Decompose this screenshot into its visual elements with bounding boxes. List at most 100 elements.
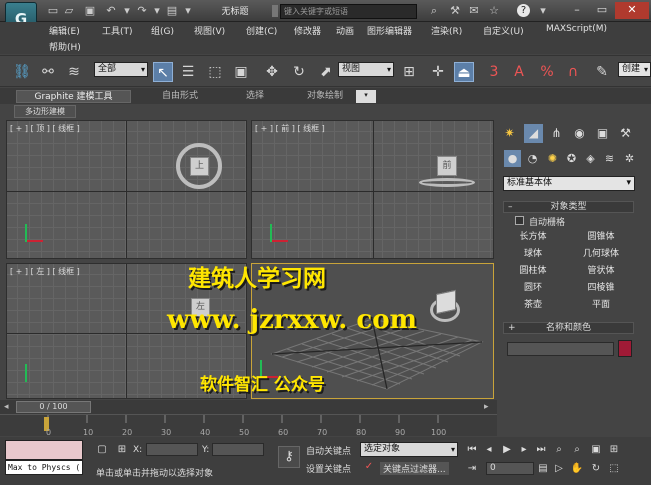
angle-snap-icon[interactable]: A xyxy=(509,62,529,82)
x-coord-field[interactable] xyxy=(146,443,198,456)
pivot-center-icon[interactable]: ⊞ xyxy=(399,62,419,82)
open-file-icon[interactable]: ▱ xyxy=(62,4,76,18)
viewport-front[interactable]: [ + ] [ 前 ] [ 线框 ] 前 xyxy=(251,120,494,259)
move-icon[interactable]: ✥ xyxy=(262,62,282,82)
search-input[interactable]: 键入关键字或短语 xyxy=(280,4,417,19)
select-object-icon[interactable]: ↖ xyxy=(153,62,173,82)
maxscript-listener-pink[interactable] xyxy=(5,440,83,460)
rotate-icon[interactable]: ↻ xyxy=(289,62,309,82)
rectangular-region-icon[interactable]: ⬚ xyxy=(205,62,225,82)
key-mode-icon[interactable]: ✓ xyxy=(362,460,376,474)
quick-access-dropdown-icon[interactable]: ▾ xyxy=(181,4,195,18)
minimize-icon[interactable]: – xyxy=(566,2,588,19)
auto-key-button[interactable]: 自动关键点 xyxy=(306,444,351,457)
key-icon[interactable]: ⚷ xyxy=(278,446,300,468)
redo-icon[interactable]: ↷ xyxy=(135,4,149,18)
menu-views[interactable]: 视图(V) xyxy=(194,24,225,37)
menu-help[interactable]: 帮助(H) xyxy=(49,40,81,53)
new-file-icon[interactable]: ▭ xyxy=(46,4,60,18)
motion-tab-icon[interactable]: ◉ xyxy=(570,124,589,143)
set-key-button[interactable]: 设置关键点 xyxy=(306,462,351,475)
zoom-all-icon[interactable]: ⌕ xyxy=(570,443,584,457)
utilities-tab-icon[interactable]: ⚒ xyxy=(616,124,635,143)
field-of-view-icon[interactable]: ▷ xyxy=(552,462,566,476)
ribbon-options-icon[interactable]: ▾ xyxy=(356,90,376,103)
viewport-top-label[interactable]: [ + ] [ 顶 ] [ 线框 ] xyxy=(10,123,80,134)
undo-dropdown-icon[interactable]: ▾ xyxy=(120,4,134,18)
project-folder-icon[interactable]: ▤ xyxy=(165,4,179,18)
viewcube-front[interactable]: 前 xyxy=(437,156,457,176)
display-tab-icon[interactable]: ▣ xyxy=(593,124,612,143)
sphere-button[interactable]: 球体 xyxy=(503,248,563,261)
modify-tab-icon[interactable]: ◢ xyxy=(524,124,543,143)
orbit-icon[interactable]: ↻ xyxy=(589,462,603,476)
reference-coord-dropdown[interactable]: 视图 xyxy=(338,62,394,77)
go-to-start-icon[interactable]: ⏮ xyxy=(465,443,479,457)
shapes-icon[interactable]: ◔ xyxy=(524,150,541,167)
pan-icon[interactable]: ✋ xyxy=(570,462,584,476)
maximize-icon[interactable]: ▭ xyxy=(591,2,613,19)
manipulate-icon[interactable]: ✛ xyxy=(428,62,448,82)
next-key-icon[interactable]: ▸ xyxy=(517,443,531,457)
object-type-rollout-header[interactable]: – 对象类型 xyxy=(503,201,634,213)
absolute-mode-icon[interactable]: ⊞ xyxy=(115,443,129,457)
menu-modifiers[interactable]: 修改器 xyxy=(294,24,321,37)
spacewarps-icon[interactable]: ≋ xyxy=(601,150,618,167)
binoculars-icon[interactable]: ⌕ xyxy=(427,3,441,18)
key-mode-toggle-icon[interactable]: ⇥ xyxy=(465,462,479,476)
ribbon-tab-selection[interactable]: 选择 xyxy=(230,90,280,103)
bind-spacewarp-icon[interactable]: ≋ xyxy=(64,62,84,82)
create-tab-icon[interactable]: ✷ xyxy=(500,124,519,143)
menu-maxscript[interactable]: MAXScript(M) xyxy=(546,24,607,34)
prev-frame-icon[interactable]: ◂ xyxy=(4,402,14,412)
zoom-icon[interactable]: ⌕ xyxy=(552,443,566,457)
snaps-toggle-icon[interactable]: 3 xyxy=(484,62,504,82)
selection-filter-dropdown[interactable]: 全部 xyxy=(94,62,148,77)
zoom-extents-all-icon[interactable]: ⊞ xyxy=(607,443,621,457)
plane-button[interactable]: 平面 xyxy=(571,299,631,312)
help-icon[interactable]: ? xyxy=(517,4,530,17)
viewport-left-label[interactable]: [ + ] [ 左 ] [ 线框 ] xyxy=(10,266,80,277)
systems-icon[interactable]: ✲ xyxy=(621,150,638,167)
named-selection-field[interactable]: 创建 xyxy=(618,62,651,77)
object-color-swatch[interactable] xyxy=(618,340,632,357)
keyboard-shortcut-override-icon[interactable]: ⏏ xyxy=(454,62,474,82)
menu-customize[interactable]: 自定义(U) xyxy=(483,24,524,37)
viewport-front-label[interactable]: [ + ] [ 前 ] [ 线框 ] xyxy=(255,123,325,134)
selection-lock-icon[interactable]: ▢ xyxy=(95,443,109,457)
helpers-icon[interactable]: ◈ xyxy=(582,150,599,167)
save-icon[interactable]: ▣ xyxy=(83,4,97,18)
go-to-end-icon[interactable]: ⏭ xyxy=(534,443,548,457)
viewcube-perspective[interactable] xyxy=(436,289,456,315)
geometry-icon[interactable]: ● xyxy=(504,150,521,167)
select-by-name-icon[interactable]: ☰ xyxy=(178,62,198,82)
link-icon[interactable]: ⛓ xyxy=(12,62,32,82)
menu-create[interactable]: 创建(C) xyxy=(246,24,277,37)
spinner-snap-icon[interactable]: ∩ xyxy=(563,62,583,82)
object-name-input[interactable] xyxy=(507,342,614,356)
close-icon[interactable]: ✕ xyxy=(615,2,649,19)
auto-grid-checkbox[interactable] xyxy=(515,216,524,225)
subscription-icon[interactable]: ⚒ xyxy=(448,3,462,18)
y-coord-field[interactable] xyxy=(212,443,264,456)
zoom-extents-icon[interactable]: ▣ xyxy=(589,443,603,457)
box-button[interactable]: 长方体 xyxy=(503,231,563,244)
cone-button[interactable]: 圆锥体 xyxy=(571,231,631,244)
next-frame-icon[interactable]: ▸ xyxy=(484,402,494,412)
geosphere-button[interactable]: 几何球体 xyxy=(571,248,631,261)
ribbon-tab-freeform[interactable]: 自由形式 xyxy=(150,90,210,103)
redo-dropdown-icon[interactable]: ▾ xyxy=(150,4,164,18)
viewcube-top[interactable]: 上 xyxy=(190,157,209,176)
menu-rendering[interactable]: 渲染(R) xyxy=(431,24,462,37)
maxscript-mini-listener[interactable]: Max to Physcs ( xyxy=(5,460,83,475)
key-selection-dropdown[interactable]: 选定对象 xyxy=(360,442,458,457)
lights-icon[interactable]: ✺ xyxy=(544,150,561,167)
prev-key-icon[interactable]: ◂ xyxy=(482,443,496,457)
current-frame-field[interactable]: 0 xyxy=(486,462,534,475)
tube-button[interactable]: 管状体 xyxy=(571,265,631,278)
play-icon[interactable]: ▶ xyxy=(500,443,514,457)
name-color-rollout-header[interactable]: + 名称和颜色 xyxy=(503,322,634,334)
menu-tools[interactable]: 工具(T) xyxy=(102,24,133,37)
time-config-icon[interactable]: ▤ xyxy=(536,462,550,476)
cylinder-button[interactable]: 圆柱体 xyxy=(503,265,563,278)
